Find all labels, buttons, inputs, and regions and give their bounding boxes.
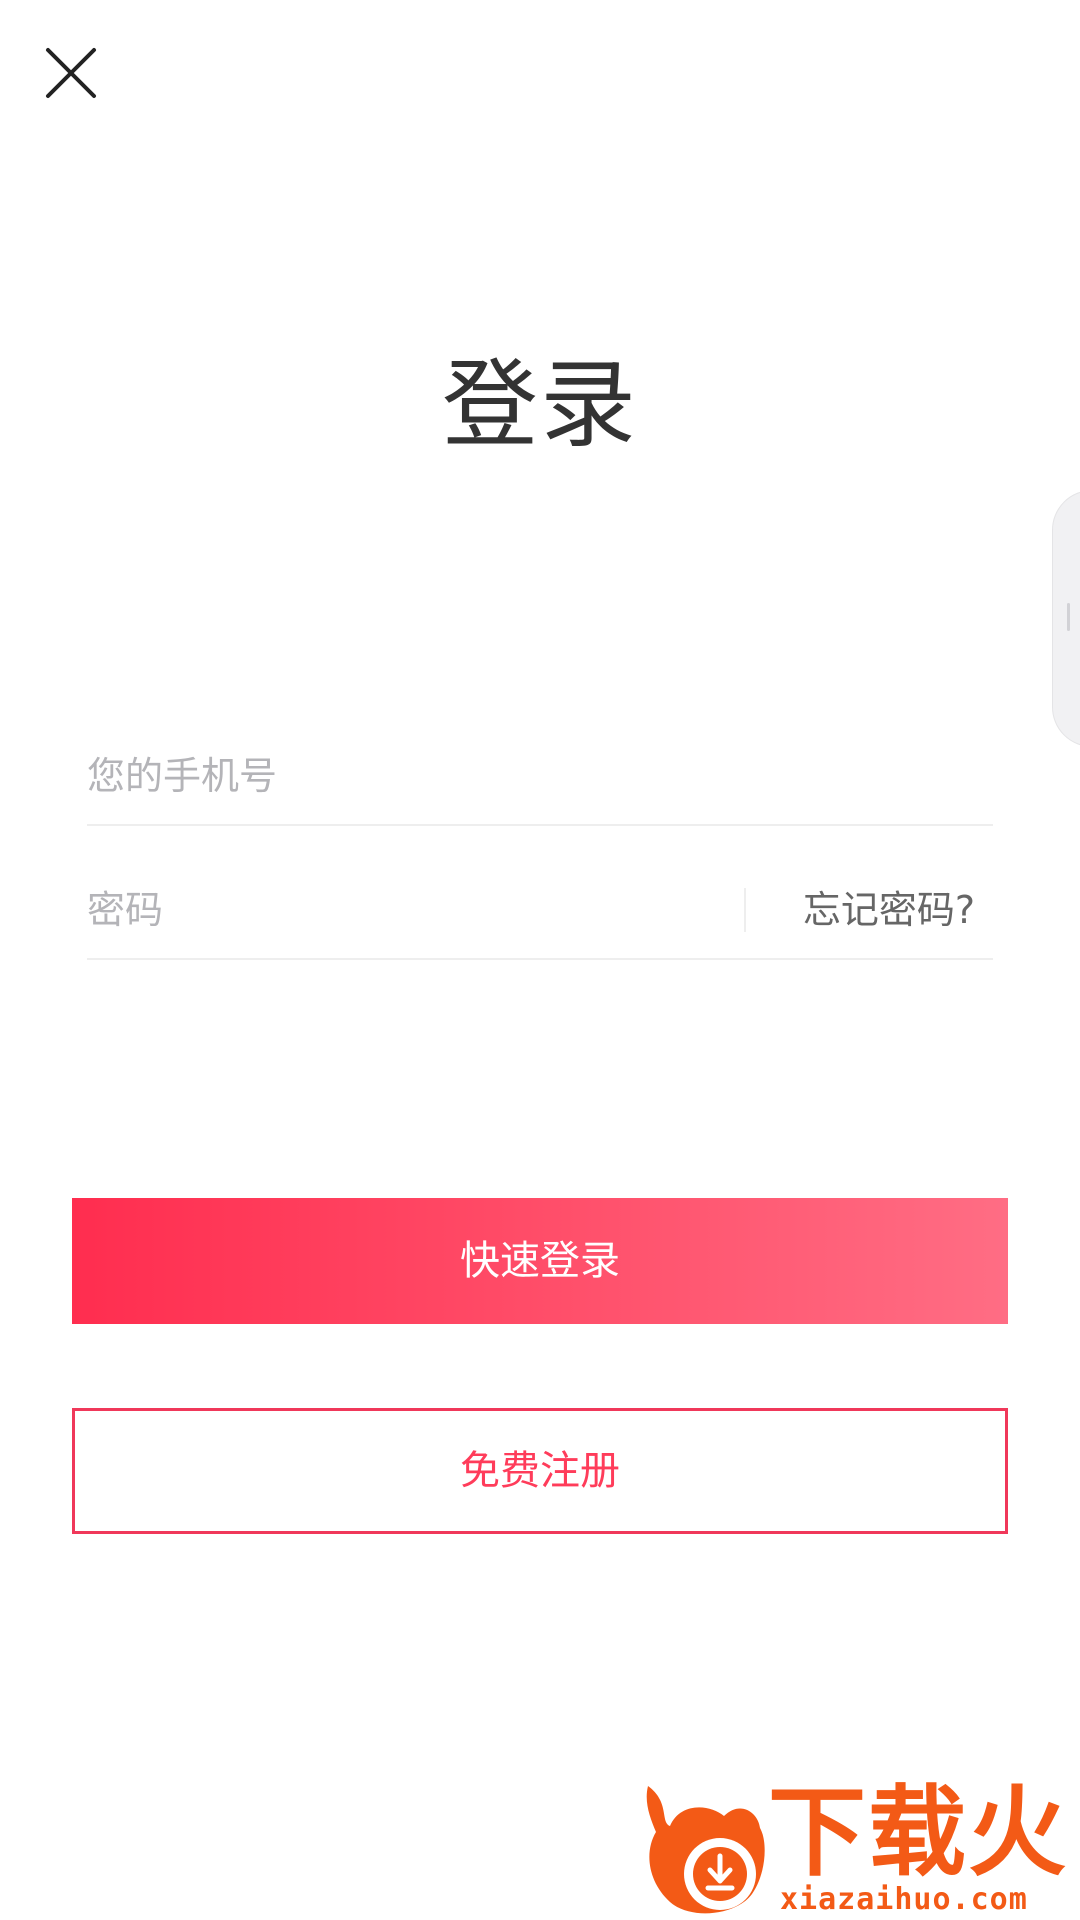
- page-title: 登录: [442, 349, 638, 461]
- free-register-button[interactable]: 免费注册: [72, 1408, 1008, 1534]
- password-field: 忘记密码?: [87, 862, 993, 960]
- watermark-logo: 下载火 xiazaihuo.com: [640, 1778, 1080, 1920]
- close-icon: [46, 48, 96, 98]
- password-input[interactable]: [87, 862, 727, 958]
- field-divider: [744, 888, 746, 932]
- floating-side-handle[interactable]: [1052, 490, 1080, 747]
- phone-input[interactable]: [87, 728, 993, 824]
- close-button[interactable]: [38, 40, 104, 106]
- grip-icon: [1067, 603, 1070, 631]
- watermark-domain: xiazaihuo.com: [780, 1882, 1028, 1917]
- download-flame-icon: [640, 1782, 770, 1920]
- quick-login-button[interactable]: 快速登录: [72, 1198, 1008, 1324]
- phone-field: [87, 728, 993, 826]
- watermark-brand: 下载火: [768, 1776, 1069, 1890]
- forgot-password-link[interactable]: 忘记密码?: [803, 862, 975, 958]
